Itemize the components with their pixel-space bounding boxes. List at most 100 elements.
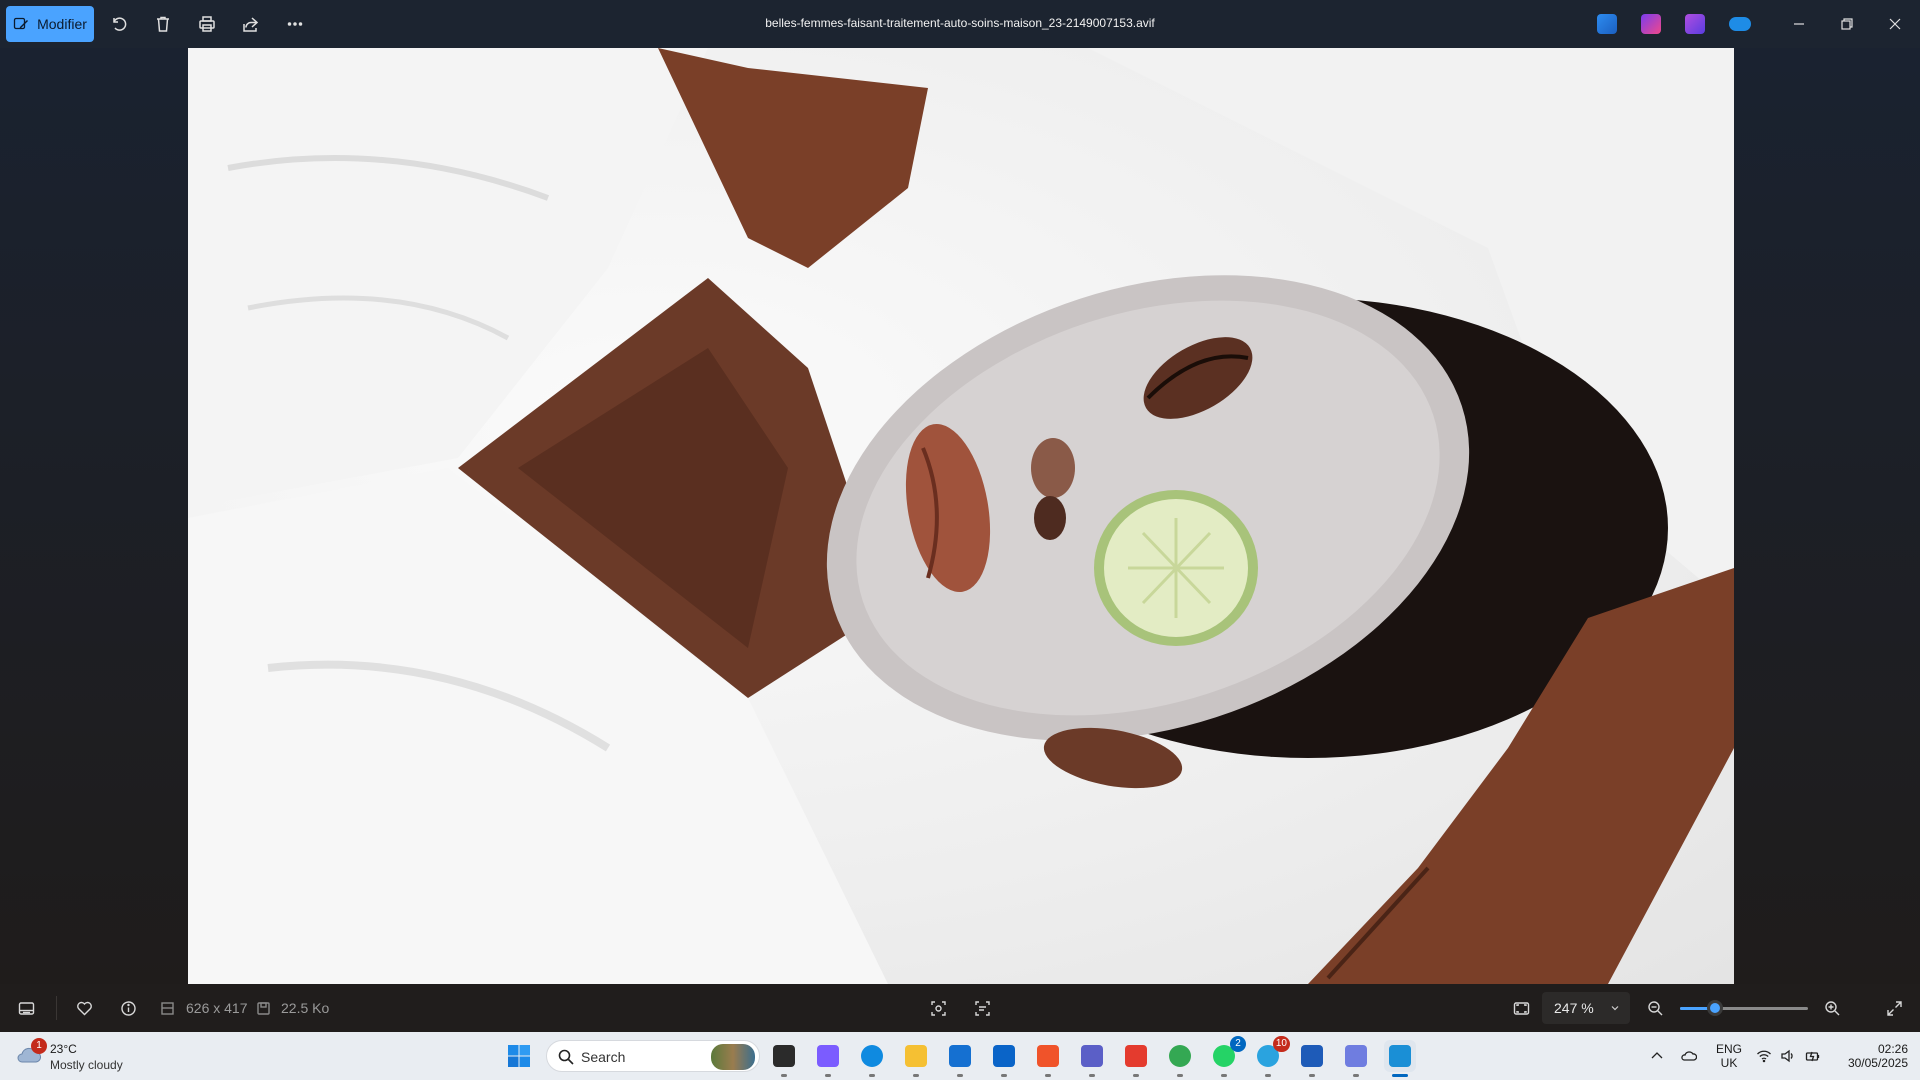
edit-button-label: Modifier bbox=[37, 16, 87, 32]
taskbar-app-chrome[interactable] bbox=[1164, 1040, 1196, 1077]
taskbar-app-copilot[interactable] bbox=[812, 1040, 844, 1077]
taskbar-app-affinity[interactable] bbox=[1340, 1040, 1372, 1077]
word-icon bbox=[1301, 1045, 1323, 1067]
displayed-photo bbox=[188, 48, 1734, 984]
taskbar-app-wps-office[interactable] bbox=[1120, 1040, 1152, 1077]
edit-button[interactable]: Modifier bbox=[6, 6, 94, 42]
visual-search-icon[interactable] bbox=[926, 996, 950, 1020]
favorite-icon[interactable] bbox=[72, 996, 96, 1020]
wps-office-icon bbox=[1125, 1045, 1147, 1067]
battery-icon[interactable] bbox=[1805, 1048, 1821, 1064]
show-hidden-icons-icon[interactable] bbox=[1649, 1048, 1665, 1064]
delete-icon[interactable] bbox=[149, 10, 177, 38]
edge-icon bbox=[861, 1045, 883, 1067]
weather-widget[interactable]: 1 23°C Mostly cloudy bbox=[16, 1038, 156, 1074]
minimize-icon[interactable] bbox=[1776, 0, 1822, 48]
outlook-icon bbox=[993, 1045, 1015, 1067]
language-indicator[interactable]: ENG UK bbox=[1714, 1042, 1744, 1070]
zoom-out-icon[interactable] bbox=[1643, 996, 1667, 1020]
running-indicator bbox=[1089, 1074, 1095, 1077]
running-indicator bbox=[1221, 1074, 1227, 1077]
photos-icon bbox=[1389, 1045, 1411, 1067]
onedrive-tray-icon[interactable] bbox=[1681, 1048, 1698, 1064]
clock-time: 02:26 bbox=[1877, 1042, 1908, 1056]
search-placeholder: Search bbox=[581, 1049, 626, 1065]
text-scan-icon[interactable] bbox=[970, 996, 994, 1020]
running-indicator bbox=[869, 1074, 875, 1077]
start-button[interactable] bbox=[505, 1042, 533, 1070]
divider bbox=[56, 996, 57, 1020]
weather-alert-badge: 1 bbox=[31, 1038, 47, 1054]
clipchamp-icon[interactable] bbox=[1641, 14, 1661, 34]
zoom-level-select[interactable]: 247 % bbox=[1542, 992, 1630, 1024]
chevron-down-icon bbox=[1611, 1006, 1619, 1011]
close-icon[interactable] bbox=[1872, 0, 1918, 48]
telegram-notification-badge: 10 bbox=[1272, 1036, 1290, 1052]
brave-icon bbox=[1037, 1045, 1059, 1067]
running-indicator bbox=[1045, 1074, 1051, 1077]
file-name-title: belles-femmes-faisant-traitement-auto-so… bbox=[765, 16, 1155, 30]
running-indicator bbox=[1353, 1074, 1359, 1077]
volume-icon[interactable] bbox=[1780, 1048, 1796, 1064]
taskbar: 1 23°C Mostly cloudy Search 2 10 ENG UK 0… bbox=[0, 1032, 1920, 1080]
microsoft-store-icon bbox=[949, 1045, 971, 1067]
copilot-icon bbox=[817, 1045, 839, 1067]
share-icon[interactable] bbox=[237, 10, 265, 38]
zoom-in-icon[interactable] bbox=[1820, 996, 1844, 1020]
file-size-icon bbox=[253, 996, 273, 1020]
chrome-icon bbox=[1169, 1045, 1191, 1067]
taskbar-app-brave[interactable] bbox=[1032, 1040, 1064, 1077]
title-bar: Modifier belles-femmes-faisant-traitemen… bbox=[0, 0, 1920, 48]
more-icon[interactable] bbox=[281, 10, 309, 38]
image-viewport[interactable] bbox=[0, 48, 1920, 984]
taskbar-app-whatsapp[interactable]: 2 bbox=[1208, 1036, 1246, 1077]
fit-to-window-icon[interactable] bbox=[1509, 996, 1533, 1020]
weather-temperature: 23°C bbox=[50, 1042, 77, 1056]
weather-condition: Mostly cloudy bbox=[50, 1058, 123, 1072]
filmstrip-icon[interactable] bbox=[14, 996, 38, 1020]
info-icon[interactable] bbox=[116, 996, 140, 1020]
whatsapp-notification-badge: 2 bbox=[1230, 1036, 1246, 1052]
taskbar-app-word[interactable] bbox=[1296, 1040, 1328, 1077]
photos-editor-icon[interactable] bbox=[1597, 14, 1617, 34]
running-indicator bbox=[1177, 1074, 1183, 1077]
taskbar-search[interactable]: Search bbox=[546, 1040, 760, 1072]
zoom-level-value: 247 % bbox=[1554, 1000, 1594, 1016]
clock[interactable]: 02:26 30/05/2025 bbox=[1830, 1042, 1908, 1070]
teams-icon bbox=[1081, 1045, 1103, 1067]
zoom-slider[interactable] bbox=[1680, 1000, 1808, 1016]
onedrive-icon[interactable] bbox=[1729, 17, 1751, 31]
running-indicator bbox=[913, 1074, 919, 1077]
running-indicator bbox=[957, 1074, 963, 1077]
running-indicator bbox=[1133, 1074, 1139, 1077]
running-indicator bbox=[1265, 1074, 1271, 1077]
full-screen-icon[interactable] bbox=[1882, 996, 1906, 1020]
search-highlight-icon bbox=[711, 1044, 755, 1070]
image-dimensions: 626 x 417 bbox=[186, 1000, 248, 1016]
dimensions-icon bbox=[157, 996, 177, 1020]
video-editor-icon[interactable] bbox=[1685, 14, 1705, 34]
running-indicator bbox=[1309, 1074, 1315, 1077]
clock-date: 30/05/2025 bbox=[1847, 1056, 1908, 1070]
photo-illustration bbox=[188, 48, 1734, 984]
taskbar-app-microsoft-store[interactable] bbox=[944, 1040, 976, 1077]
taskbar-app-teams[interactable] bbox=[1076, 1040, 1108, 1077]
taskbar-app-telegram[interactable]: 10 bbox=[1252, 1036, 1290, 1077]
wifi-icon[interactable] bbox=[1756, 1048, 1772, 1064]
taskbar-app-edge[interactable] bbox=[856, 1040, 888, 1077]
running-indicator bbox=[781, 1074, 787, 1077]
taskbar-app-file-explorer[interactable] bbox=[900, 1040, 932, 1077]
print-icon[interactable] bbox=[193, 10, 221, 38]
running-indicator bbox=[1392, 1074, 1408, 1077]
taskbar-app-task-view[interactable] bbox=[768, 1040, 800, 1077]
task-view-icon bbox=[773, 1045, 795, 1067]
running-indicator bbox=[825, 1074, 831, 1077]
restore-icon[interactable] bbox=[1824, 0, 1870, 48]
rotate-icon[interactable] bbox=[105, 10, 133, 38]
search-icon bbox=[558, 1049, 574, 1065]
keyboard-layout: UK bbox=[1720, 1056, 1738, 1070]
zoom-slider-handle[interactable] bbox=[1706, 1000, 1723, 1016]
taskbar-app-photos[interactable] bbox=[1384, 1040, 1416, 1077]
file-size: 22.5 Ko bbox=[281, 1000, 330, 1016]
taskbar-app-outlook[interactable] bbox=[988, 1040, 1020, 1077]
